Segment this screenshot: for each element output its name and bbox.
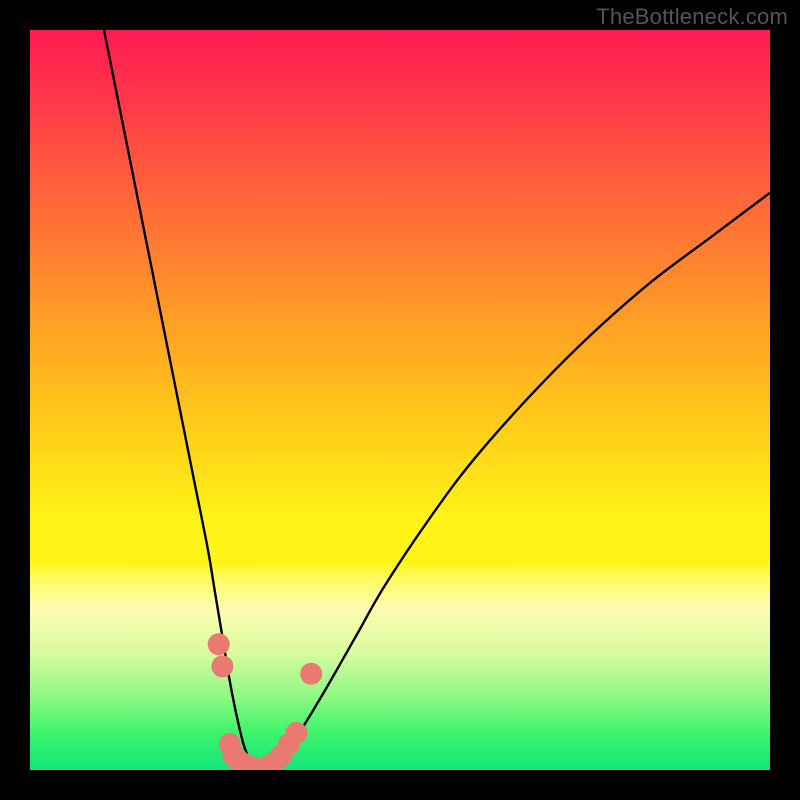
- chart-plot-area: [30, 30, 770, 770]
- watermark-text: TheBottleneck.com: [596, 4, 788, 30]
- chart-svg: [30, 30, 770, 770]
- marker-dot: [285, 722, 307, 744]
- marker-dot: [211, 655, 233, 677]
- chart-frame: TheBottleneck.com: [0, 0, 800, 800]
- left-branch-curve: [104, 30, 259, 770]
- marker-dot: [208, 633, 230, 655]
- right-branch-curve: [259, 193, 770, 770]
- curve-layer: [104, 30, 770, 770]
- marker-dot: [300, 663, 322, 685]
